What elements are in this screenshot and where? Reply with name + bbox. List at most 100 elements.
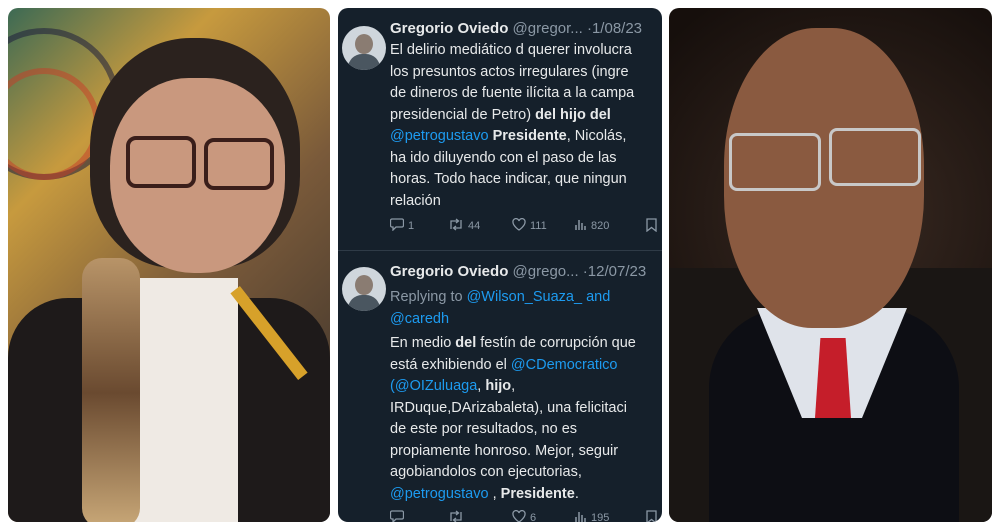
mention-link[interactable]: @petrogustavo	[390, 128, 489, 144]
author-handle[interactable]: @grego...	[513, 263, 579, 280]
left-photo	[8, 8, 330, 522]
text-line: agobiandolos con ejecutorias,	[390, 462, 658, 484]
bookmark-button[interactable]	[646, 218, 657, 234]
text-line: En medio del festín de corrupción que	[390, 333, 658, 355]
like-button[interactable]: 111	[512, 217, 547, 233]
text-line: @petrogustavo , Presidente.	[390, 484, 658, 506]
text-line: relación	[390, 191, 658, 213]
mention-link[interactable]: and	[586, 289, 610, 305]
text-segment: .	[574, 485, 579, 502]
bold-text: Presidente	[500, 485, 575, 502]
tweet-actions: 6 195	[389, 509, 658, 523]
retweet-icon	[448, 510, 464, 522]
retweet-button[interactable]	[448, 510, 468, 522]
tweet[interactable]: Gregorio Oviedo @grego... ·12/07/23 Repl…	[338, 251, 662, 522]
text-segment: los presuntos actos irregulares (ingre	[390, 63, 629, 80]
text-line: horas. Todo hace indicar, que ningun	[390, 169, 658, 191]
text-line: Replying to @Wilson_Suaza_ and	[390, 287, 658, 309]
text-line: está exhibiendo el @CDemocratico	[390, 355, 658, 377]
text-segment: horas. Todo hace indicar, que ningun	[390, 171, 627, 187]
reply-context: Replying to @Wilson_Suaza_ and @caredh	[390, 287, 658, 330]
text-line: de este por resultados, no es	[390, 419, 658, 441]
retweet-button[interactable]: 44	[448, 218, 480, 233]
tweet[interactable]: Gregorio Oviedo @gregor... ·1/08/23 El d…	[338, 8, 662, 251]
text-segment: En medio	[390, 335, 456, 351]
views-button[interactable]: 820	[574, 218, 609, 233]
reply-count: 1	[408, 219, 415, 232]
text-line: (@OIZuluaga, hijo,	[390, 376, 658, 398]
text-segment: IRDuque,DArizabaleta), una felicitaci	[390, 399, 627, 416]
tweet-text: El delirio mediático d querer involucra l…	[390, 40, 658, 212]
text-segment: festín de corrupción que	[476, 335, 636, 351]
mention-link[interactable]: @caredh	[390, 311, 449, 327]
text-line: IRDuque,DArizabaleta), una felicitaci	[390, 398, 658, 420]
like-icon	[512, 509, 526, 522]
like-count: 6	[530, 511, 537, 523]
text-line: propiamente honroso. Mejor, seguir	[390, 441, 658, 463]
like-icon	[512, 217, 526, 233]
tweet-header: Gregorio Oviedo @gregor... ·1/08/23	[390, 20, 642, 37]
right-photo	[669, 8, 992, 522]
text-line: de dineros de fuente ilícita a la campa	[390, 83, 658, 105]
tweet-date[interactable]: 12/07/23	[588, 263, 646, 280]
views-button[interactable]: 195	[574, 510, 609, 522]
tweet-header: Gregorio Oviedo @grego... ·12/07/23	[390, 263, 646, 280]
tweet-date[interactable]: 1/08/23	[592, 20, 642, 37]
retweet-count: 44	[468, 219, 481, 232]
glasses-left-lens	[729, 133, 821, 191]
text-segment: de dineros de fuente ilícita a la campa	[390, 85, 635, 101]
like-button[interactable]: 6	[512, 509, 537, 523]
views-count: 820	[591, 219, 610, 232]
author-handle[interactable]: @gregor...	[513, 20, 583, 37]
glasses-left-lens	[126, 136, 196, 188]
bold-text: hijo	[485, 378, 512, 394]
text-line: @petrogustavo Presidente, Nicolás,	[390, 126, 658, 148]
views-icon	[574, 218, 587, 233]
avatar[interactable]	[342, 267, 386, 311]
mention-link[interactable]: @petrogustavo	[390, 486, 489, 502]
tweet-actions: 1 44 111 820	[389, 217, 658, 236]
text-segment: ,	[511, 378, 516, 394]
text-segment: El delirio mediático d querer involucra	[390, 42, 632, 58]
text-segment: de este por resultados, no es	[390, 421, 578, 437]
text-line: los presuntos actos irregulares (ingre	[390, 62, 658, 84]
mention-link[interactable]: @OIZuluaga	[395, 378, 477, 394]
text-segment: , Nicolás,	[566, 128, 627, 144]
text-segment: relación	[390, 192, 441, 209]
reply-button[interactable]: 1	[389, 218, 415, 233]
author-name[interactable]: Gregorio Oviedo	[390, 263, 508, 280]
views-icon	[574, 510, 587, 522]
glasses-right-lens	[829, 128, 921, 186]
bookmark-icon	[646, 510, 657, 522]
author-name[interactable]: Gregorio Oviedo	[390, 20, 508, 37]
text-segment: ,	[488, 485, 501, 502]
text-line: El delirio mediático d querer involucra	[390, 40, 658, 62]
reply-icon	[389, 218, 405, 233]
text-line: @caredh	[390, 309, 658, 331]
glasses-right-lens	[204, 138, 274, 190]
text-line: presidencial de Petro) del hijo del	[390, 105, 658, 127]
mention-link[interactable]: @Wilson_Suaza_	[467, 289, 582, 305]
text-segment: propiamente honroso. Mejor, seguir	[390, 442, 619, 459]
retweet-icon	[448, 218, 464, 233]
like-count: 111	[530, 219, 547, 232]
mention-link[interactable]: @CDemocratico	[511, 357, 618, 373]
tie	[815, 338, 851, 418]
views-count: 195	[591, 511, 610, 523]
scarf	[82, 258, 140, 522]
bold-text: del	[455, 335, 477, 351]
reply-button[interactable]	[389, 510, 408, 522]
avatar[interactable]	[342, 26, 386, 70]
bold-text: del hijo del	[535, 106, 611, 123]
text-segment: presidencial de Petro)	[390, 106, 536, 123]
reply-icon	[389, 510, 405, 522]
tweets-panel: Gregorio Oviedo @gregor... ·1/08/23 El d…	[338, 8, 662, 522]
bookmark-button[interactable]	[646, 510, 657, 522]
bookmark-icon	[646, 218, 657, 234]
text-segment: Replying to	[390, 289, 467, 305]
bold-text: Presidente	[492, 128, 567, 144]
tweet-text: En medio del festín de corrupción que est…	[390, 333, 658, 505]
text-segment: ha ido diluyendo con el paso de las	[390, 149, 617, 166]
text-line: ha ido diluyendo con el paso de las	[390, 148, 658, 170]
text-segment: agobiandolos con ejecutorias,	[390, 464, 582, 480]
